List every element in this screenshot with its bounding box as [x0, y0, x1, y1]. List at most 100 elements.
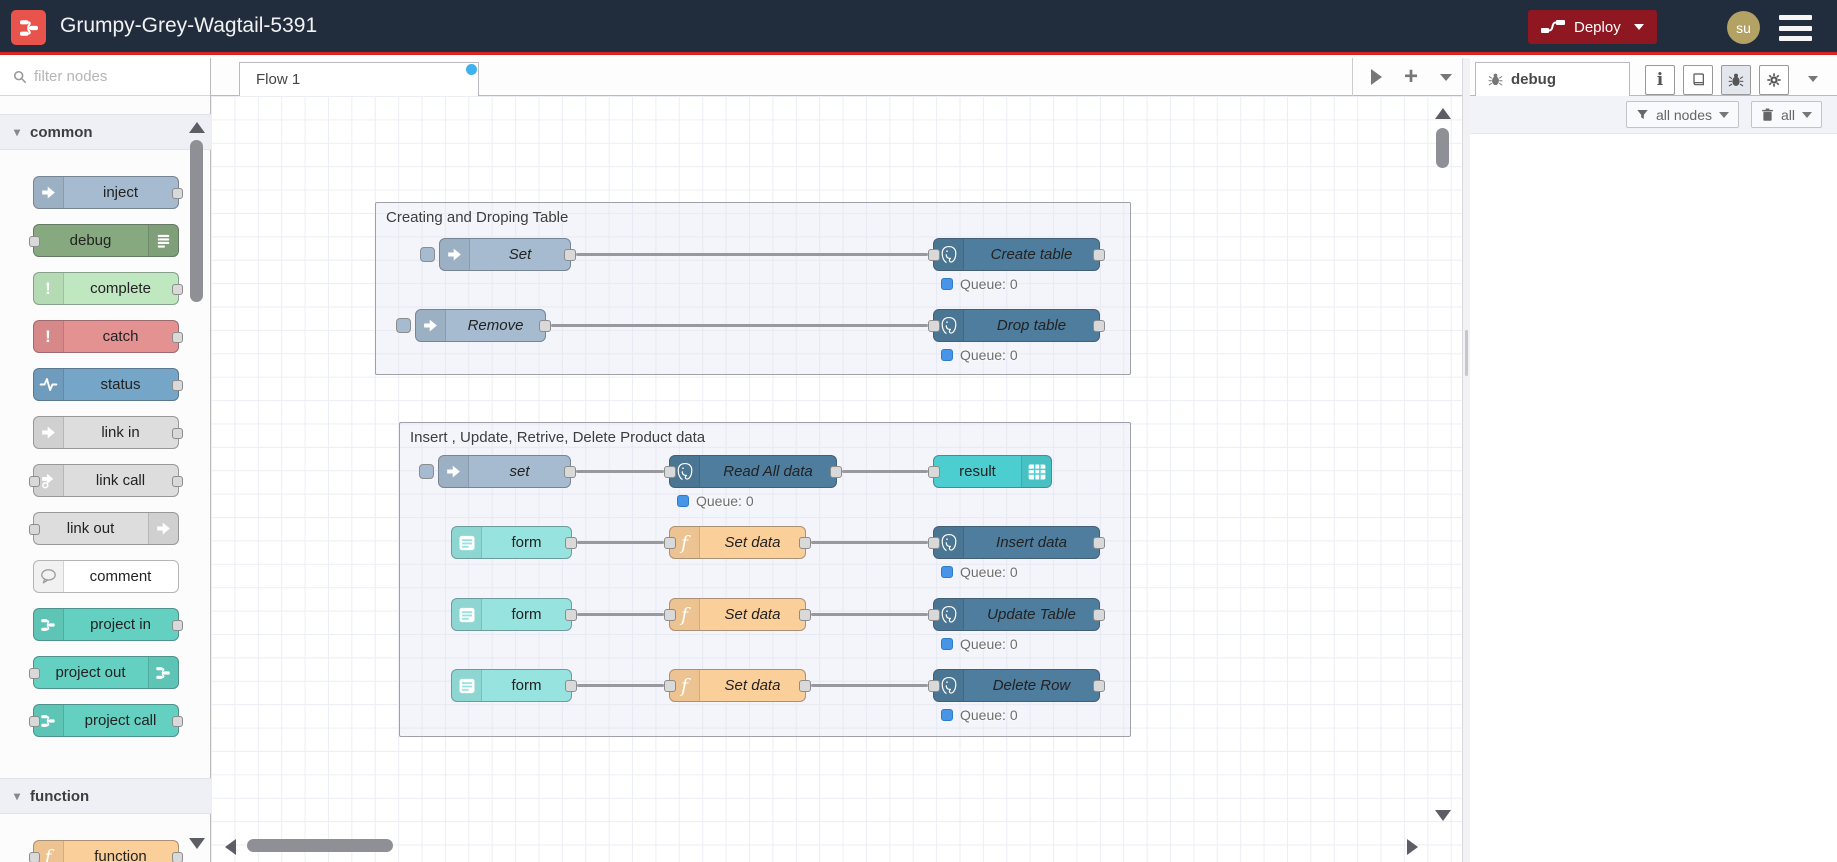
- canvas-scroll-down-icon[interactable]: [1435, 810, 1451, 821]
- flow-node-update-table[interactable]: Update Table: [928, 598, 1105, 631]
- flow-node-form[interactable]: form: [451, 526, 577, 559]
- output-port[interactable]: [799, 609, 811, 621]
- flow-node-drop-table[interactable]: Drop table: [928, 309, 1105, 342]
- output-port[interactable]: [171, 428, 183, 439]
- info-panel-button[interactable]: i: [1645, 65, 1675, 95]
- palette-node-complete[interactable]: ! complete: [32, 272, 183, 305]
- wire[interactable]: [811, 541, 928, 544]
- flow-node-read-all-data[interactable]: Read All data: [664, 455, 842, 488]
- wire[interactable]: [811, 613, 928, 616]
- input-port[interactable]: [664, 609, 676, 621]
- output-port[interactable]: [171, 476, 183, 487]
- wire[interactable]: [811, 684, 928, 687]
- canvas-scroll-up-icon[interactable]: [1435, 108, 1451, 119]
- palette-node-link-call[interactable]: link call: [28, 464, 183, 497]
- output-port[interactable]: [1093, 320, 1105, 332]
- input-port[interactable]: [28, 716, 40, 727]
- wire[interactable]: [577, 613, 664, 616]
- flow-node-set[interactable]: set: [419, 455, 576, 488]
- input-port[interactable]: [664, 680, 676, 692]
- palette-node-function[interactable]: f function: [28, 840, 183, 862]
- inject-button[interactable]: [420, 247, 435, 262]
- output-port[interactable]: [171, 188, 183, 199]
- output-port[interactable]: [171, 284, 183, 295]
- user-avatar[interactable]: su: [1727, 11, 1760, 44]
- wire[interactable]: [577, 684, 664, 687]
- output-port[interactable]: [539, 320, 551, 332]
- flow-list-caret-icon[interactable]: [1440, 73, 1452, 81]
- flow-node-remove[interactable]: Remove: [396, 309, 551, 342]
- input-port[interactable]: [928, 249, 940, 261]
- palette-node-status[interactable]: status: [32, 368, 183, 401]
- splitter-grip[interactable]: [1465, 330, 1468, 376]
- canvas-vscrollbar-thumb[interactable]: [1436, 128, 1449, 168]
- palette-filter-input[interactable]: [34, 68, 184, 85]
- input-port[interactable]: [664, 537, 676, 549]
- sidebar-menu-caret-icon[interactable]: [1808, 76, 1818, 82]
- input-port[interactable]: [28, 668, 40, 679]
- output-port[interactable]: [565, 537, 577, 549]
- input-port[interactable]: [28, 476, 40, 487]
- debug-panel-button[interactable]: [1721, 65, 1751, 95]
- input-port[interactable]: [928, 466, 940, 478]
- flow-node-set-data[interactable]: f Set data: [664, 598, 811, 631]
- help-panel-button[interactable]: [1683, 65, 1713, 95]
- tab-debug[interactable]: debug: [1475, 62, 1630, 96]
- output-port[interactable]: [830, 466, 842, 478]
- output-port[interactable]: [1093, 249, 1105, 261]
- palette-category-function[interactable]: ▾ function: [0, 778, 211, 814]
- output-port[interactable]: [565, 609, 577, 621]
- inject-button[interactable]: [419, 464, 434, 479]
- canvas-scroll-left-icon[interactable]: [225, 839, 236, 855]
- inject-button[interactable]: [396, 318, 411, 333]
- palette-node-debug[interactable]: debug: [28, 224, 179, 257]
- input-port[interactable]: [28, 852, 40, 862]
- input-port[interactable]: [664, 466, 676, 478]
- wire[interactable]: [576, 253, 928, 256]
- input-port[interactable]: [928, 320, 940, 332]
- flow-node-delete-row[interactable]: Delete Row: [928, 669, 1105, 702]
- output-port[interactable]: [171, 852, 183, 862]
- tab-flow-1[interactable]: Flow 1: [239, 62, 479, 96]
- flow-node-insert-data[interactable]: Insert data: [928, 526, 1105, 559]
- flow-node-set-data[interactable]: f Set data: [664, 526, 811, 559]
- palette-category-common[interactable]: ▾ common: [0, 114, 211, 150]
- input-port[interactable]: [928, 680, 940, 692]
- wire[interactable]: [842, 470, 928, 473]
- output-port[interactable]: [171, 380, 183, 391]
- output-port[interactable]: [1093, 680, 1105, 692]
- flow-node-form[interactable]: form: [451, 598, 577, 631]
- next-flow-icon[interactable]: [1370, 69, 1382, 85]
- output-port[interactable]: [565, 680, 577, 692]
- palette-node-comment[interactable]: comment: [32, 560, 179, 593]
- debug-filter-button[interactable]: all nodes: [1625, 101, 1739, 128]
- wire[interactable]: [577, 541, 664, 544]
- flow-node-set-data[interactable]: f Set data: [664, 669, 811, 702]
- palette-node-project-out[interactable]: project out: [28, 656, 179, 689]
- canvas-hscrollbar-thumb[interactable]: [247, 839, 393, 852]
- output-port[interactable]: [171, 332, 183, 343]
- flow-node-form[interactable]: form: [451, 669, 577, 702]
- input-port[interactable]: [28, 236, 40, 247]
- output-port[interactable]: [1093, 609, 1105, 621]
- palette-node-catch[interactable]: ! catch: [32, 320, 183, 353]
- add-flow-button[interactable]: +: [1404, 65, 1418, 89]
- deploy-button[interactable]: Deploy: [1528, 10, 1657, 44]
- palette-node-project-call[interactable]: project call: [28, 704, 183, 737]
- wire[interactable]: [576, 470, 664, 473]
- flow-node-create-table[interactable]: Create table: [928, 238, 1105, 271]
- input-port[interactable]: [28, 524, 40, 535]
- palette-scrollbar-thumb[interactable]: [190, 140, 203, 302]
- output-port[interactable]: [564, 249, 576, 261]
- palette-scroll-down-icon[interactable]: [189, 838, 205, 849]
- canvas-scroll-right-icon[interactable]: [1407, 839, 1418, 855]
- wire[interactable]: [551, 324, 928, 327]
- output-port[interactable]: [171, 620, 183, 631]
- deploy-caret-icon[interactable]: [1633, 24, 1644, 30]
- input-port[interactable]: [928, 609, 940, 621]
- output-port[interactable]: [564, 466, 576, 478]
- palette-node-link-out[interactable]: link out: [28, 512, 179, 545]
- palette-node-link-in[interactable]: link in: [32, 416, 183, 449]
- output-port[interactable]: [171, 716, 183, 727]
- debug-clear-button[interactable]: all: [1750, 101, 1822, 128]
